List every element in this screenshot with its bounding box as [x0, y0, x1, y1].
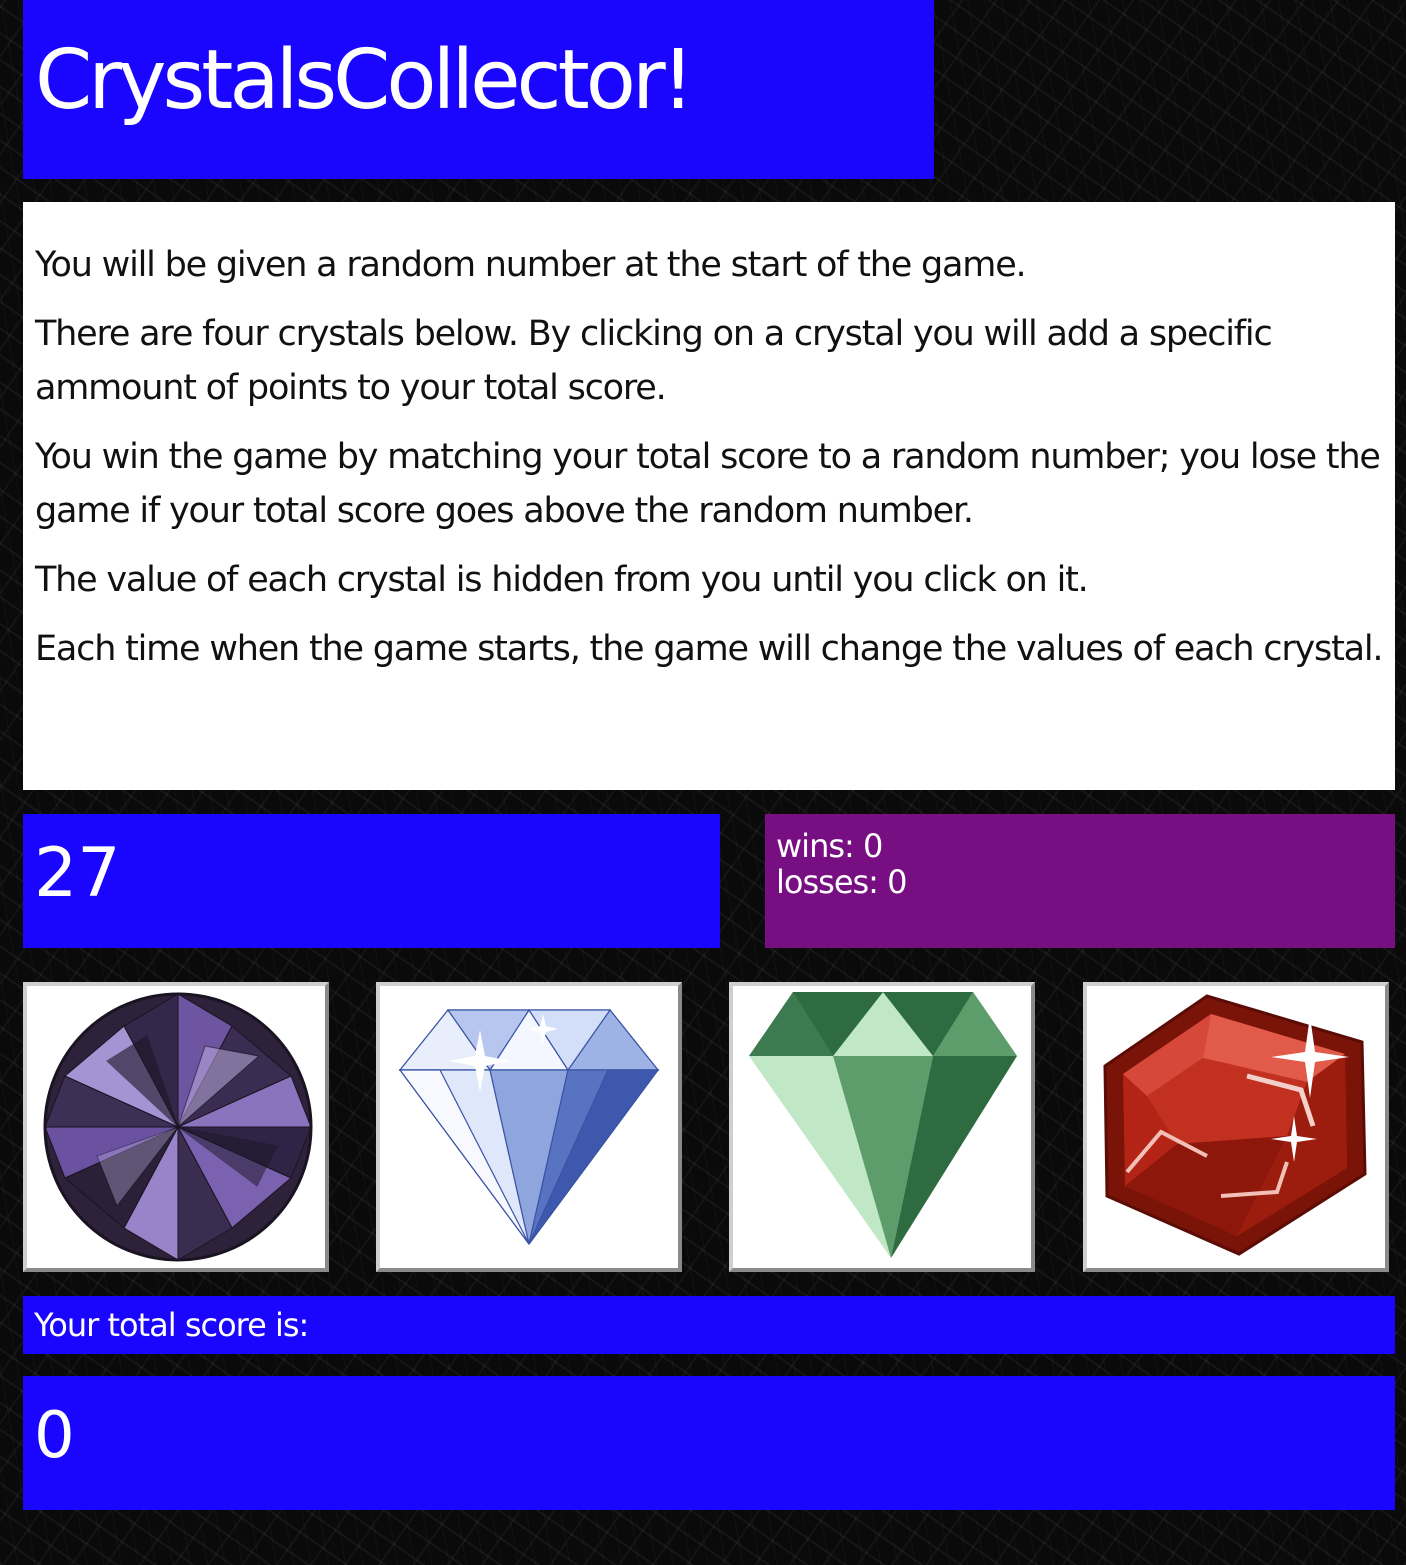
instruction-text: You will be given a random number at the… — [35, 245, 1027, 285]
emerald-icon — [749, 992, 1017, 1258]
total-score-box: 0 — [23, 1376, 1395, 1510]
purple-gem-icon — [43, 992, 313, 1262]
score-label: Your total score is: — [34, 1306, 309, 1344]
crystal-purple-button[interactable] — [23, 982, 329, 1272]
ruby-icon — [1103, 994, 1367, 1256]
instruction-text: You win the game by matching your total … — [35, 437, 1381, 531]
instruction-text: There are four crystals below. By clicki… — [35, 314, 1273, 408]
stats-panel: wins: 0 losses: 0 — [765, 814, 1395, 948]
random-number-box: 27 — [23, 814, 720, 948]
crystal-green-button[interactable] — [729, 982, 1035, 1272]
instruction-text: The value of each crystal is hidden from… — [35, 560, 1089, 600]
score-label-bar: Your total score is: — [23, 1296, 1395, 1354]
page-title: CrystalsCollector! — [35, 33, 695, 128]
total-score: 0 — [34, 1399, 75, 1473]
crystal-blue-button[interactable] — [376, 982, 682, 1272]
wins-count: wins: 0 — [776, 827, 883, 865]
diamond-icon — [398, 1008, 660, 1246]
instructions-panel: You will be given a random number at the… — [23, 202, 1395, 790]
losses-count: losses: 0 — [776, 863, 907, 901]
random-number: 27 — [34, 834, 121, 913]
instruction-text: Each time when the game starts, the game… — [35, 629, 1384, 669]
title-banner: CrystalsCollector! — [23, 0, 934, 179]
crystal-red-button[interactable] — [1083, 982, 1389, 1272]
